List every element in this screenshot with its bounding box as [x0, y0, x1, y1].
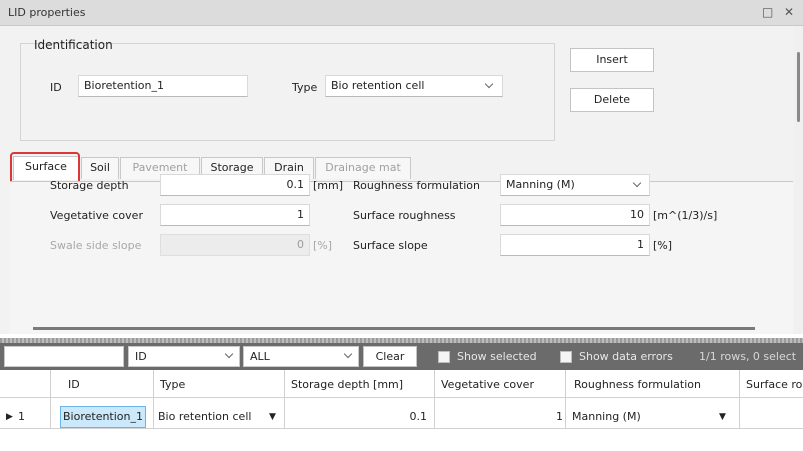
column-header-id[interactable]: ID: [68, 375, 80, 395]
surface-slope-field[interactable]: 1: [500, 234, 650, 256]
roughness-formulation-select[interactable]: Manning (M): [500, 174, 650, 196]
surface-roughness-field[interactable]: 10: [500, 204, 650, 226]
type-select-value: Bio retention cell: [331, 79, 425, 92]
vertical-scrollbar-thumb[interactable]: [797, 52, 800, 122]
title-bar: LID properties □ ✕: [0, 0, 803, 26]
storage-depth-label: Storage depth: [50, 179, 129, 192]
show-selected-checkbox[interactable]: [438, 351, 450, 363]
restore-icon[interactable]: □: [762, 5, 773, 19]
surface-slope-label: Surface slope: [353, 239, 428, 252]
caret-down-icon[interactable]: ▼: [719, 407, 726, 427]
show-selected-label: Show selected: [457, 350, 537, 363]
filter-column-value: ID: [135, 350, 147, 363]
storage-depth-unit: [mm]: [313, 179, 344, 192]
horizontal-scrollbar-thumb[interactable]: [33, 327, 755, 330]
identification-legend: Identification: [34, 38, 113, 52]
type-label: Type: [292, 81, 318, 94]
grid-cell-type[interactable]: Bio retention cell: [158, 407, 251, 427]
swale-side-slope-field: 0: [160, 234, 310, 256]
window-title: LID properties: [8, 6, 86, 19]
show-errors-checkbox[interactable]: [560, 351, 572, 363]
id-field[interactable]: Bioretention_1: [78, 75, 248, 97]
close-icon[interactable]: ✕: [784, 5, 794, 19]
surface-tab-content: [10, 181, 793, 334]
id-label: ID: [50, 81, 62, 94]
tab-drainage-mat: Drainage mat: [315, 157, 411, 179]
properties-panel: Identification ID Bioretention_1 Type Bi…: [0, 26, 803, 334]
swale-side-slope-unit: [%]: [313, 239, 333, 252]
delete-button[interactable]: Delete: [570, 88, 654, 112]
swale-side-slope-label: Swale side slope: [50, 239, 142, 252]
grid-cell-id[interactable]: Bioretention_1: [60, 406, 147, 428]
grid-cell-storage-depth[interactable]: 0.1: [284, 407, 428, 427]
clear-button[interactable]: Clear: [363, 346, 417, 367]
storage-depth-field[interactable]: 0.1: [160, 174, 310, 196]
insert-button[interactable]: Insert: [570, 48, 654, 72]
show-errors-label: Show data errors: [579, 350, 673, 363]
filter-input[interactable]: [4, 346, 124, 367]
surface-roughness-label: Surface roughness: [353, 209, 456, 222]
tab-soil[interactable]: Soil: [81, 157, 119, 179]
filter-column-select[interactable]: ID: [128, 346, 240, 367]
surface-slope-unit: [%]: [653, 239, 673, 252]
column-header-storage-depth[interactable]: Storage depth [mm]: [291, 375, 403, 395]
filter-scope-select[interactable]: ALL: [243, 346, 359, 367]
column-header-vegetative-cover[interactable]: Vegetative cover: [441, 375, 534, 395]
row-pointer-icon: ▶: [6, 412, 13, 422]
roughness-formulation-label: Roughness formulation: [353, 179, 480, 192]
roughness-formulation-value: Manning (M): [506, 178, 575, 191]
column-header-surface-roughness[interactable]: Surface ro: [746, 375, 802, 395]
row-index: 1: [18, 410, 25, 423]
grid-cell-vegetative-cover[interactable]: 1: [434, 407, 567, 427]
surface-roughness-unit: [m^(1/3)/s]: [653, 209, 718, 222]
caret-down-icon[interactable]: ▼: [269, 407, 276, 427]
grid-toolbar: ID ALL Clear Show selected Show data err…: [0, 343, 803, 370]
vegetative-cover-field[interactable]: 1: [160, 204, 310, 226]
column-header-roughness-formulation[interactable]: Roughness formulation: [574, 375, 701, 395]
row-status: 1/1 rows, 0 select: [699, 350, 797, 363]
type-select[interactable]: Bio retention cell: [325, 75, 503, 97]
grid-cell-roughness-formulation[interactable]: Manning (M): [572, 407, 641, 427]
vegetative-cover-label: Vegetative cover: [50, 209, 143, 222]
column-header-type[interactable]: Type: [160, 375, 185, 395]
filter-scope-value: ALL: [250, 350, 270, 363]
